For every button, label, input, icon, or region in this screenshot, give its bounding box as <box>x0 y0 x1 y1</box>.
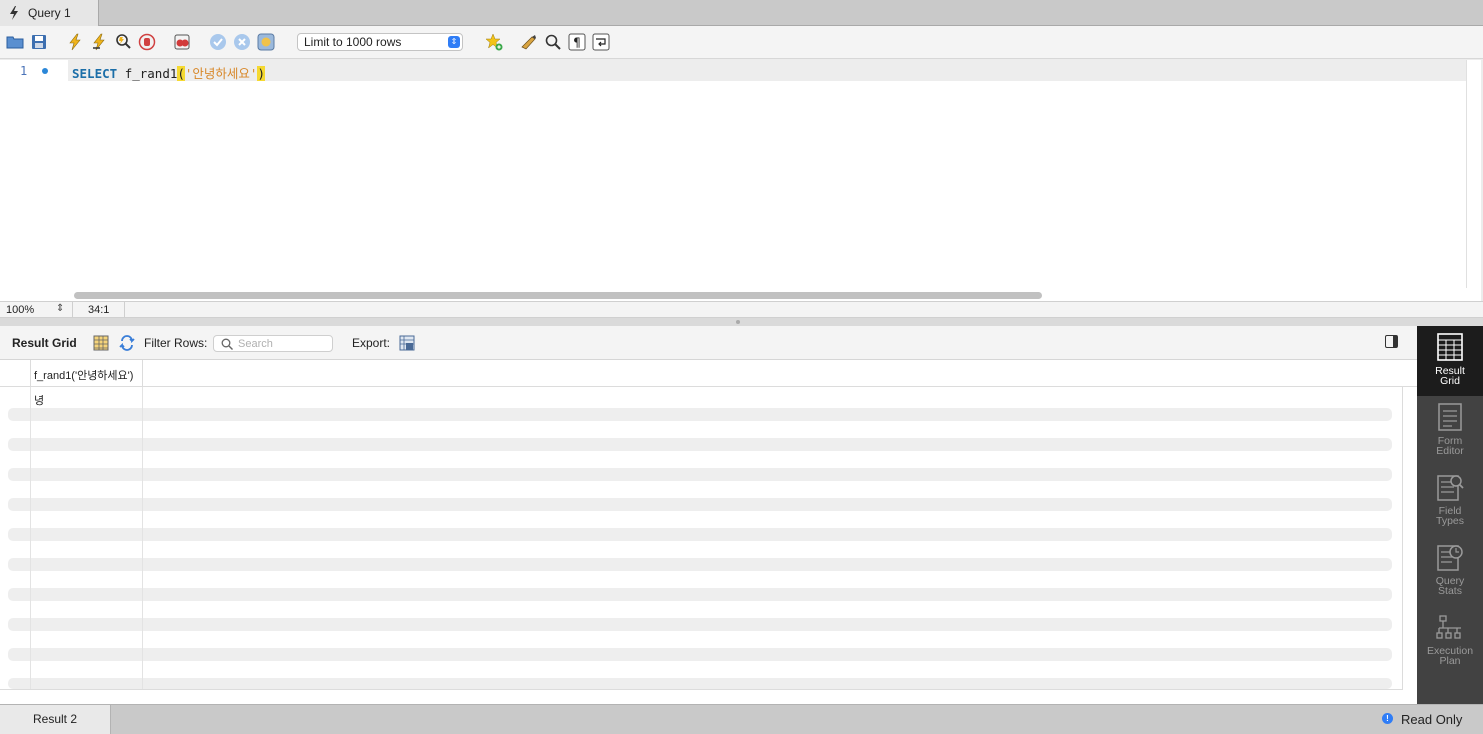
open-folder-icon[interactable] <box>6 33 24 51</box>
editor-margin-line <box>1466 60 1467 288</box>
zoom-level[interactable]: 100% <box>6 304 34 316</box>
zoom-stepper-icon[interactable]: ⇕ <box>56 303 64 314</box>
form-editor-icon <box>1438 403 1462 431</box>
wrap-icon[interactable] <box>592 33 610 51</box>
side-item-label: Editor <box>1436 445 1464 457</box>
column-divider[interactable] <box>142 387 143 689</box>
side-item-form-editor[interactable]: Form Editor <box>1417 396 1483 466</box>
field-types-icon <box>1437 475 1464 501</box>
open-paren: ( <box>177 66 185 81</box>
column-divider <box>30 387 31 689</box>
side-item-field-types[interactable]: Field Types <box>1417 466 1483 536</box>
empty-row <box>8 438 1392 451</box>
info-icon: ! <box>1382 713 1393 724</box>
empty-row <box>8 648 1392 661</box>
grid-border <box>1402 387 1403 690</box>
side-item-label: Plan <box>1439 655 1461 667</box>
chevron-updown-icon: ⇕ <box>448 36 460 48</box>
current-line-highlight <box>68 60 1467 81</box>
export-icon[interactable] <box>399 335 415 351</box>
stop-icon[interactable] <box>138 33 156 51</box>
panel-splitter[interactable] <box>0 318 1483 326</box>
query-tab-bar: Query 1 <box>0 0 1483 26</box>
invisible-chars-icon[interactable]: ¶ <box>568 33 586 51</box>
side-item-execution-plan[interactable]: Execution Plan <box>1417 606 1483 676</box>
sql-editor[interactable]: 1 SELECT f_rand1('안녕하세요') <box>0 60 1481 301</box>
cursor-position: 34:1 <box>88 304 110 316</box>
query-stats-icon <box>1437 545 1463 571</box>
result-grid-title: Result Grid <box>12 336 77 350</box>
grid-header: f_rand1('안녕하세요') <box>0 360 1417 387</box>
result-tab-bar: Result 2 ! Read Only <box>0 704 1483 734</box>
statement-marker-icon <box>42 68 48 74</box>
execute-current-icon[interactable] <box>90 33 108 51</box>
limit-rows-value: Limit to 1000 rows <box>304 35 402 49</box>
close-paren: ) <box>257 66 265 81</box>
sql-keyword: SELECT <box>72 66 118 81</box>
empty-row <box>8 618 1392 631</box>
workbench-window: Query 1 Limit to 1000 rows ⇕ ¶ 1 SELECT … <box>0 0 1483 734</box>
column-header[interactable]: f_rand1('안녕하세요') <box>30 360 143 387</box>
export-label: Export: <box>352 336 391 350</box>
filter-search-box[interactable] <box>213 335 333 352</box>
rollback-icon[interactable] <box>233 33 251 51</box>
svg-text:¶: ¶ <box>573 36 581 50</box>
tab-label: Query 1 <box>28 6 71 20</box>
grid-border <box>0 689 1403 690</box>
explain-icon[interactable] <box>114 33 132 51</box>
limit-rows-select[interactable]: Limit to 1000 rows ⇕ <box>297 33 463 51</box>
result-side-panel: Result Grid Form Editor Field Types Quer… <box>1417 326 1483 704</box>
code-line[interactable]: SELECT f_rand1('안녕하세요') <box>72 63 265 82</box>
execution-plan-icon <box>1436 615 1461 639</box>
tab-query-1[interactable]: Query 1 <box>0 0 99 26</box>
empty-row <box>8 408 1392 421</box>
status-divider <box>124 302 125 319</box>
result-grid: f_rand1('안녕하세요') 녕 <box>0 360 1417 704</box>
side-item-query-stats[interactable]: Query Stats <box>1417 536 1483 606</box>
splitter-handle-icon[interactable] <box>736 320 740 324</box>
grid-layout-icon[interactable] <box>93 335 109 351</box>
tab-result-2[interactable]: Result 2 <box>0 705 111 734</box>
result-toolbar: Result Grid Filter Rows: Export: <box>0 326 1417 360</box>
result-grid-icon <box>1437 333 1463 361</box>
empty-row <box>8 498 1392 511</box>
horizontal-scrollbar-thumb[interactable] <box>74 292 1042 299</box>
side-item-label: Types <box>1435 515 1464 527</box>
side-item-result-grid[interactable]: Result Grid <box>1417 326 1483 396</box>
empty-row <box>8 558 1392 571</box>
side-item-label: Stats <box>1438 585 1462 597</box>
read-only-status: Read Only <box>1401 712 1463 727</box>
line-number: 1 <box>20 64 28 78</box>
toggle-error-icon[interactable] <box>173 33 191 51</box>
lightning-icon <box>10 6 18 20</box>
side-panel-toggle-icon[interactable] <box>1385 335 1398 348</box>
autocommit-icon[interactable] <box>257 33 275 51</box>
add-snippet-icon[interactable] <box>485 33 503 51</box>
commit-icon[interactable] <box>209 33 227 51</box>
line-gutter: 1 <box>0 60 68 301</box>
filter-search-input[interactable] <box>238 337 328 351</box>
empty-row <box>8 678 1392 689</box>
execute-icon[interactable] <box>66 33 84 51</box>
empty-row <box>8 468 1392 481</box>
empty-row <box>8 528 1392 541</box>
sql-toolbar: Limit to 1000 rows ⇕ ¶ <box>0 26 1483 59</box>
side-item-label: Grid <box>1440 375 1460 387</box>
editor-status-bar: 100% ⇕ 34:1 <box>0 301 1483 319</box>
refresh-icon[interactable] <box>119 335 135 351</box>
status-divider <box>72 302 73 319</box>
beautify-icon[interactable] <box>520 33 538 51</box>
search-icon <box>221 338 233 350</box>
sql-string-literal: '안녕하세요' <box>184 66 258 81</box>
sql-function-name: f_rand1 <box>124 66 178 81</box>
empty-row <box>8 588 1392 601</box>
filter-rows-label: Filter Rows: <box>144 336 208 350</box>
grid-cell[interactable]: 녕 <box>34 392 44 408</box>
save-icon[interactable] <box>30 33 48 51</box>
find-icon[interactable] <box>544 33 562 51</box>
